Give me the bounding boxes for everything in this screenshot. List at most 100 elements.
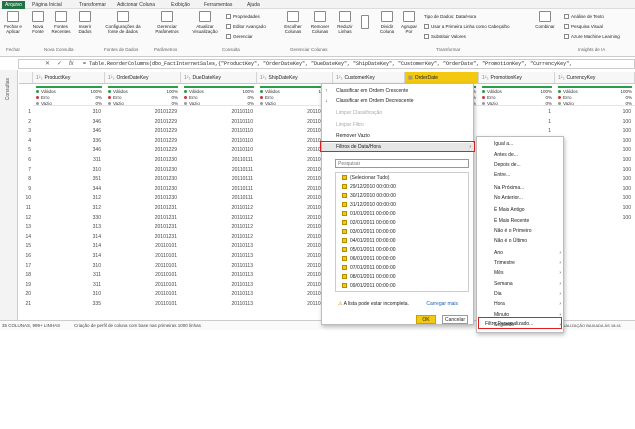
value-checkbox[interactable]: 06/01/2011 00:00:00	[336, 255, 396, 264]
date-filter-item[interactable]: Na Próxima...	[477, 184, 565, 193]
date-filter-item[interactable]: Entre...	[477, 171, 565, 180]
date-filter-item[interactable]: Trimestre ›	[477, 259, 565, 268]
tab-ajuda[interactable]: Ajuda	[244, 1, 263, 9]
quality-bar	[260, 86, 330, 88]
load-more-link[interactable]: Carregar mais	[426, 301, 458, 307]
azure-ml-button[interactable]: Azure Machine Learning	[564, 34, 620, 39]
value-checkbox[interactable]: 31/12/2010 00:00:00	[336, 201, 396, 210]
date-filter-item[interactable]: Igual a...	[477, 140, 565, 149]
properties-button[interactable]: Propriedades	[226, 14, 260, 19]
corner-cell[interactable]	[19, 72, 33, 84]
formula-text[interactable]: = Table.ReorderColumns(dbo_FactInternetS…	[83, 61, 572, 67]
confirm-icon[interactable]: ✓	[57, 60, 62, 67]
select-all-checkbox[interactable]: (Selecionar Tudo)	[336, 174, 389, 183]
value-checkbox[interactable]: 08/01/2011 00:00:00	[336, 273, 396, 282]
value-checkbox[interactable]: 30/12/2010 00:00:00	[336, 192, 396, 201]
table-cell: 1	[548, 118, 551, 125]
date-filter-item[interactable]: No Anterior...	[477, 194, 565, 203]
column-header[interactable]: 1²₃ DueDateKey	[181, 72, 257, 84]
date-filter-item[interactable]: Depois de...	[477, 161, 565, 170]
status-profile[interactable]: Criação de perfil de coluna com base nas…	[74, 321, 201, 330]
enter-data-button[interactable]: Inserir Dados	[74, 11, 96, 34]
text-analytics-button[interactable]: Análise de Texto	[564, 14, 604, 19]
close-apply-button[interactable]: Fechar e Aplicar	[2, 11, 24, 34]
highlight-date-filters	[320, 141, 475, 152]
first-row-header-button[interactable]: Usar a Primeira Linha como Cabeçalho	[424, 24, 510, 29]
tab-arquivo[interactable]: Arquivo	[2, 1, 25, 9]
remove-empty-item[interactable]: Remover Vazio	[322, 132, 370, 141]
column-header[interactable]: 1²₃ ProductKey	[33, 72, 105, 84]
date-filter-item[interactable]: É Mais Antigo	[477, 206, 565, 215]
manage-icon	[226, 34, 231, 39]
date-filter-item[interactable]: É Mais Recente	[477, 217, 565, 226]
column-header[interactable]: 1²₃ PromotionKey	[479, 72, 555, 84]
row-number: 6	[28, 157, 31, 163]
value-checkbox[interactable]: 07/01/2011 00:00:00	[336, 264, 396, 273]
replace-values-button[interactable]: Substituir Valores	[424, 34, 466, 39]
tab-ferramentas[interactable]: Ferramentas	[201, 1, 235, 9]
date-filter-item[interactable]: Antes de...	[477, 151, 565, 160]
data-type-dropdown[interactable]: Tipo de Dados: Data/Hora	[424, 14, 476, 19]
date-filter-item[interactable]: Ano ›	[477, 249, 565, 258]
group-by-button[interactable]: Agrupar Por	[398, 11, 420, 34]
sort-button[interactable]	[358, 15, 372, 31]
formula-bar[interactable]: ✕ ✓ fx = Table.ReorderColumns(dbo_FactIn…	[18, 59, 635, 69]
table-cell: 100	[622, 157, 631, 163]
date-filter-item[interactable]: Hora ›	[477, 300, 565, 309]
date-filter-item[interactable]: Não é o Primeiro	[477, 227, 565, 236]
value-checkbox[interactable]: 01/01/2011 00:00:00	[336, 210, 396, 219]
clear-sort-item[interactable]: Limpar Classificação	[322, 109, 382, 118]
value-checkbox[interactable]: 03/01/2011 00:00:00	[336, 228, 396, 237]
refresh-preview-button[interactable]: Atualizar Visualização	[188, 11, 222, 34]
search-input[interactable]	[335, 159, 469, 168]
tab-transformar[interactable]: Transformar	[76, 1, 109, 9]
cancel-icon[interactable]: ✕	[45, 60, 50, 67]
value-checkbox[interactable]: 09/01/2011 00:00:00	[336, 282, 396, 291]
table-cell: 20110107	[307, 205, 329, 211]
ok-button[interactable]: OK	[416, 315, 436, 324]
column-header[interactable]: 1²₃ OrderDateKey	[105, 72, 181, 84]
quality-bar	[184, 86, 254, 88]
sort-asc-item[interactable]: ↑ Classificar em Ordem Crescente	[322, 87, 408, 96]
date-filter-item[interactable]: Não é o Último	[477, 237, 565, 246]
queries-pane[interactable]: Consultas	[0, 70, 18, 320]
value-label: 07/01/2011 00:00:00	[350, 265, 396, 271]
reduce-rows-button[interactable]: Reduzir Linhas	[334, 11, 356, 34]
value-checkbox[interactable]: 05/01/2011 00:00:00	[336, 246, 396, 255]
clear-filter-item[interactable]: Limpar Filtro	[322, 121, 364, 130]
tab-exibicao[interactable]: Exibição	[168, 1, 193, 9]
data-source-settings-button[interactable]: Configurações da fonte de dados	[102, 11, 144, 34]
combine-button[interactable]: Combinar	[532, 11, 558, 29]
recent-sources-button[interactable]: Fontes Recentes	[50, 11, 72, 34]
value-list[interactable]: (Selecionar Tudo) 29/12/2010 00:00:00 30/…	[335, 172, 469, 292]
date-filter-item[interactable]: Dia ›	[477, 290, 565, 299]
split-column-button[interactable]: Dividir Coluna	[376, 11, 398, 34]
value-checkbox[interactable]: 29/12/2010 00:00:00	[336, 183, 396, 192]
quality-percent: 0%	[247, 101, 254, 106]
table-cell: 20110105	[307, 128, 329, 135]
remove-columns-button[interactable]: Remover Colunas	[308, 11, 332, 34]
row-number: 20	[25, 291, 31, 298]
value-label: 03/01/2011 00:00:00	[350, 229, 396, 235]
tab-pagina-inicial[interactable]: Página Inicial	[29, 1, 65, 9]
manage-parameters-button[interactable]: Gerenciar Parâmetros	[150, 11, 184, 34]
vision-button[interactable]: Pesquisa Visual	[564, 24, 603, 29]
date-filter-item[interactable]: Semana ›	[477, 280, 565, 289]
date-filter-item[interactable]: Mês ›	[477, 269, 565, 278]
choose-columns-button[interactable]: Escolher Colunas	[280, 11, 306, 34]
advanced-editor-button[interactable]: Editor Avançado	[226, 24, 266, 29]
quality-label: Vazio	[487, 101, 498, 106]
new-source-button[interactable]: Nova Fonte	[28, 11, 48, 34]
tab-adicionar-coluna[interactable]: Adicionar Coluna	[114, 1, 158, 9]
table-cell: 20110112	[231, 233, 253, 240]
status-dot-icon	[260, 90, 263, 93]
table-cell: 100	[622, 109, 631, 115]
table-cell: 100	[622, 137, 631, 144]
column-header[interactable]: 1²₃ CurrencyKey	[555, 72, 635, 84]
cancel-button[interactable]: Cancelar	[442, 315, 468, 324]
manage-button[interactable]: Gerenciar	[226, 34, 253, 39]
table-cell: 310	[92, 109, 101, 115]
sort-desc-item[interactable]: ↓ Classificar em Ordem Decrescente	[322, 97, 414, 106]
value-checkbox[interactable]: 02/01/2011 00:00:00	[336, 219, 396, 228]
value-checkbox[interactable]: 04/01/2011 00:00:00	[336, 237, 396, 246]
